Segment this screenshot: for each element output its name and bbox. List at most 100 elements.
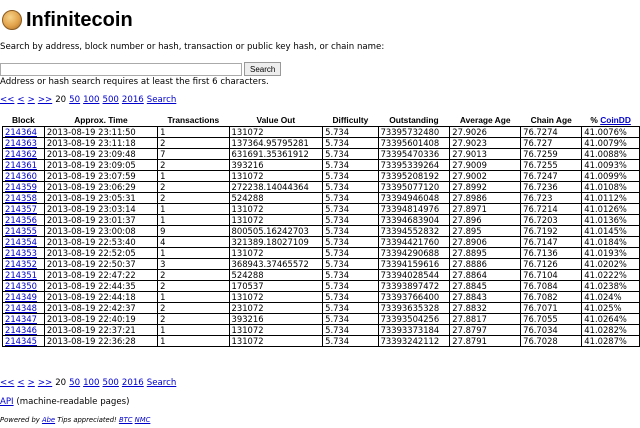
cell-transactions: 1 bbox=[157, 324, 230, 336]
pager-size-500[interactable]: 500 bbox=[103, 95, 119, 105]
cell-average-age: 27.9023 bbox=[449, 137, 522, 149]
block-link[interactable]: 214345 bbox=[5, 336, 37, 346]
cell-transactions: 7 bbox=[157, 148, 230, 160]
cell-chain-age: 76.7236 bbox=[520, 181, 583, 193]
cell-block: 214349 bbox=[2, 291, 45, 303]
footer: Powered by Abe Tips appreciated! BTC NMC bbox=[0, 416, 150, 424]
pager-size-2016[interactable]: 2016 bbox=[122, 95, 144, 105]
header-block: Block bbox=[12, 114, 35, 125]
pager-size-100[interactable]: 100 bbox=[83, 378, 99, 388]
pager-last-link[interactable]: >> bbox=[38, 378, 52, 388]
pager-prev-link[interactable]: < bbox=[17, 95, 24, 105]
block-link[interactable]: 214348 bbox=[5, 303, 37, 313]
cell-difficulty: 5.734 bbox=[322, 313, 379, 325]
cell-time: 2013-08-19 23:05:31 bbox=[43, 192, 159, 204]
cell-outstanding: 73394159616 bbox=[377, 258, 451, 270]
block-link[interactable]: 214356 bbox=[5, 215, 37, 225]
pager-size-500[interactable]: 500 bbox=[103, 378, 119, 388]
cell-difficulty: 5.734 bbox=[322, 214, 379, 226]
coindd-link[interactable]: CoinDD bbox=[600, 115, 631, 125]
cell-average-age: 27.8906 bbox=[449, 236, 522, 248]
cell-outstanding: 73394290688 bbox=[377, 247, 451, 259]
page-title: Infinitecoin bbox=[26, 9, 133, 31]
pager-size-50[interactable]: 50 bbox=[69, 95, 80, 105]
block-link[interactable]: 214349 bbox=[5, 292, 37, 302]
block-link[interactable]: 214351 bbox=[5, 270, 37, 280]
cell-difficulty: 5.734 bbox=[322, 126, 379, 138]
table-row: 214360 2013-08-19 23:07:59 1 131072 5.734 733… bbox=[2, 170, 640, 182]
cell-transactions: 2 bbox=[157, 302, 230, 314]
block-link[interactable]: 214359 bbox=[5, 182, 37, 192]
block-link[interactable]: 214363 bbox=[5, 138, 37, 148]
header-value-out: Value Out bbox=[256, 114, 296, 125]
cell-chain-age: 76.7214 bbox=[520, 203, 583, 215]
pager-search-link[interactable]: Search bbox=[147, 95, 177, 105]
cell-average-age: 27.8843 bbox=[449, 291, 522, 303]
table-row: 214351 2013-08-19 22:47:22 2 524288 5.734 733… bbox=[2, 269, 640, 281]
cell-transactions: 1 bbox=[157, 291, 230, 303]
blocks-table: Block Approx. Time Transactions Value Ou… bbox=[2, 113, 640, 347]
pager-prev-link[interactable]: < bbox=[17, 378, 24, 388]
cell-value-out: 231072 bbox=[228, 302, 324, 314]
cell-block: 214346 bbox=[2, 324, 45, 336]
block-link[interactable]: 214360 bbox=[5, 171, 37, 181]
pager-search-link[interactable]: Search bbox=[147, 378, 177, 388]
pager-current-size: 20 bbox=[55, 378, 67, 388]
cell-time: 2013-08-19 23:01:37 bbox=[43, 214, 159, 226]
block-link[interactable]: 214357 bbox=[5, 204, 37, 214]
cell-chain-age: 76.7034 bbox=[520, 324, 583, 336]
cell-difficulty: 5.734 bbox=[322, 269, 379, 281]
cell-transactions: 1 bbox=[157, 126, 230, 138]
pager-next-link[interactable]: > bbox=[28, 378, 35, 388]
pager-last-link[interactable]: >> bbox=[38, 95, 52, 105]
block-link[interactable]: 214346 bbox=[5, 325, 37, 335]
pager-next-link[interactable]: > bbox=[28, 95, 35, 105]
cell-difficulty: 5.734 bbox=[322, 236, 379, 248]
pager-size-100[interactable]: 100 bbox=[83, 95, 99, 105]
cell-average-age: 27.9009 bbox=[449, 159, 522, 171]
cell-average-age: 27.8832 bbox=[449, 302, 522, 314]
header-time: Approx. Time bbox=[74, 114, 128, 125]
cell-difficulty: 5.734 bbox=[322, 258, 379, 270]
search-hint: Address or hash search requires at least… bbox=[0, 77, 269, 87]
cell-chain-age: 76.7084 bbox=[520, 280, 583, 292]
cell-transactions: 9 bbox=[157, 225, 230, 237]
block-link[interactable]: 214353 bbox=[5, 248, 37, 258]
search-button[interactable]: Search bbox=[244, 62, 282, 76]
cell-value-out: 272238.14044364 bbox=[228, 181, 324, 193]
block-link[interactable]: 214347 bbox=[5, 314, 37, 324]
cell-block: 214364 bbox=[2, 126, 45, 138]
cell-time: 2013-08-19 22:36:28 bbox=[43, 335, 159, 347]
cell-outstanding: 73395732480 bbox=[377, 126, 451, 138]
block-link[interactable]: 214355 bbox=[5, 226, 37, 236]
cell-block: 214361 bbox=[2, 159, 45, 171]
cell-coindd: 41.0108% bbox=[581, 181, 640, 193]
pager-size-2016[interactable]: 2016 bbox=[122, 378, 144, 388]
block-link[interactable]: 214364 bbox=[5, 127, 37, 137]
api-link[interactable]: API bbox=[0, 397, 14, 407]
block-link[interactable]: 214354 bbox=[5, 237, 37, 247]
btc-link[interactable]: BTC bbox=[119, 416, 133, 424]
pager-size-50[interactable]: 50 bbox=[69, 378, 80, 388]
cell-average-age: 27.9002 bbox=[449, 170, 522, 182]
cell-coindd: 41.024% bbox=[581, 291, 640, 303]
block-link[interactable]: 214358 bbox=[5, 193, 37, 203]
cell-difficulty: 5.734 bbox=[322, 280, 379, 292]
header-percent: % bbox=[590, 114, 601, 125]
cell-chain-age: 76.7259 bbox=[520, 148, 583, 160]
cell-outstanding: 73393897472 bbox=[377, 280, 451, 292]
block-link[interactable]: 214350 bbox=[5, 281, 37, 291]
cell-average-age: 27.8992 bbox=[449, 181, 522, 193]
cell-transactions: 1 bbox=[157, 247, 230, 259]
block-link[interactable]: 214352 bbox=[5, 259, 37, 269]
block-link[interactable]: 214362 bbox=[5, 149, 37, 159]
block-link[interactable]: 214361 bbox=[5, 160, 37, 170]
pager-first-link[interactable]: << bbox=[0, 378, 14, 388]
abe-link[interactable]: Abe bbox=[42, 416, 55, 424]
cell-average-age: 27.8797 bbox=[449, 324, 522, 336]
cell-transactions: 2 bbox=[157, 192, 230, 204]
cell-transactions: 1 bbox=[157, 203, 230, 215]
pager-first-link[interactable]: << bbox=[0, 95, 14, 105]
nmc-link[interactable]: NMC bbox=[135, 416, 151, 424]
search-input[interactable] bbox=[0, 62, 242, 76]
